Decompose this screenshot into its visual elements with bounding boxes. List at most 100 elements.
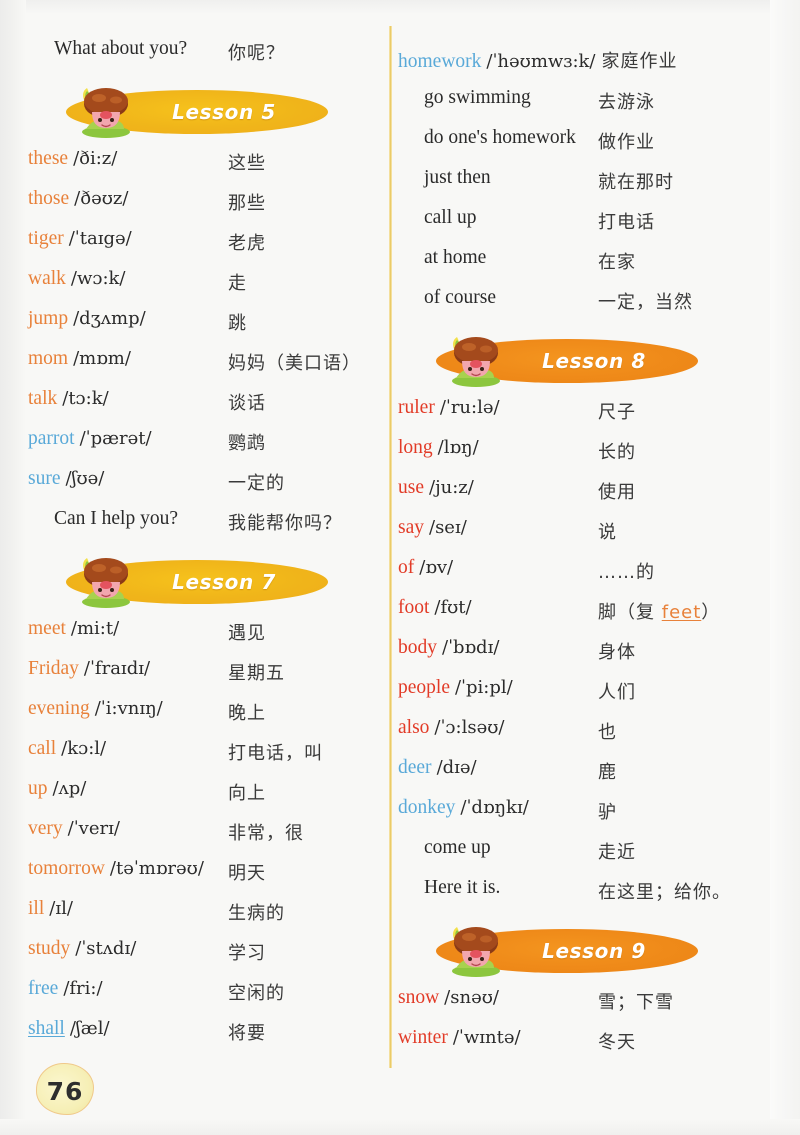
vocabulary-row: free/fri:/ 空闲的 — [28, 978, 378, 1018]
chinese-translation: 非常，很 — [228, 823, 304, 844]
left-column: What about you? 你呢？ Lesson 5 these/ði:z/这些 t… — [28, 0, 378, 1058]
phonetic-transcription: /ˈpærət/ — [79, 428, 152, 449]
chinese-translation: 打电话 — [598, 212, 655, 233]
phonetic-transcription: /ɪl/ — [49, 898, 73, 919]
vocabulary-row: shall/ʃæl/将要 — [28, 1018, 378, 1058]
headword: use — [398, 477, 424, 498]
entry-english: deer/dɪə/ — [398, 757, 477, 779]
headword: call — [28, 738, 57, 759]
phonetic-transcription: /ˈverɪ/ — [67, 818, 120, 839]
phrase-row: call up 打电话 — [398, 207, 770, 247]
headword: body — [398, 637, 437, 658]
headword: ill — [28, 898, 45, 919]
entry-english: meet/mi:t/ — [28, 618, 119, 640]
headword: homework — [398, 51, 482, 72]
headword: evening — [28, 698, 90, 719]
entry-english: very/ˈverɪ/ — [28, 818, 120, 840]
vocabulary-row: these/ði:z/这些 — [28, 148, 378, 188]
vocabulary-row: say/seɪ/说 — [398, 517, 770, 557]
chinese-translation: 就在那时 — [598, 172, 674, 193]
entry-english: go swimming — [398, 87, 531, 109]
entry-english: ruler/ˈru:lə/ — [398, 397, 500, 419]
phonetic-transcription: /fʊt/ — [434, 597, 472, 618]
headword: deer — [398, 757, 432, 778]
column-divider — [389, 26, 392, 1068]
vocabulary-row: people/ˈpi:pl/人们 — [398, 677, 770, 717]
entry-english: at home — [398, 247, 486, 269]
headword: donkey — [398, 797, 456, 818]
entry-english: evening/ˈi:vnɪŋ/ — [28, 698, 163, 720]
chinese-translation: 冬天 — [598, 1032, 636, 1053]
headword: free — [28, 978, 59, 999]
phrase-text: Can I help you? — [54, 508, 179, 529]
phrase-row: Here it is. 在这里；给你。 — [398, 877, 770, 917]
entry-english: parrot/ˈpærət/ — [28, 428, 152, 450]
chinese-translation: 跳 — [228, 313, 247, 334]
page-number-text: 76 — [46, 1076, 84, 1106]
phrase-row: go swimming 去游泳 — [398, 87, 770, 127]
chinese-translation: 生病的 — [228, 903, 285, 924]
lesson-banner: Lesson 7 — [28, 556, 378, 608]
chinese-translation: 鹦鹉 — [228, 433, 266, 454]
chinese-translation: 走 — [228, 273, 247, 294]
entry-english: ill/ɪl/ — [28, 898, 73, 920]
headword: study — [28, 938, 71, 959]
entry-english: free/fri:/ — [28, 978, 103, 1000]
phonetic-transcription: /ˈwɪntə/ — [452, 1027, 521, 1048]
vocabulary-row: long/lɒŋ/长的 — [398, 437, 770, 477]
vocabulary-row: call/kɔ:l/打电话，叫 — [28, 738, 378, 778]
headword: people — [398, 677, 450, 698]
entry-english: Friday/ˈfraɪdɪ/ — [28, 658, 150, 680]
phrase-row: of course 一定，当然 — [398, 287, 770, 327]
phrase-row: Can I help you? 我能帮你吗？ — [28, 508, 378, 548]
phrase-text: just then — [424, 167, 491, 188]
phonetic-transcription: /ʃæl/ — [69, 1018, 110, 1039]
phonetic-transcription: /təˈmɒrəʊ/ — [109, 858, 204, 879]
entry-english: use/ju:z/ — [398, 477, 474, 499]
chinese-translation: 晚上 — [228, 703, 266, 724]
textbook-page: What about you? 你呢？ Lesson 5 these/ði:z/这些 t… — [0, 0, 800, 1135]
vocabulary-row: Friday/ˈfraɪdɪ/星期五 — [28, 658, 378, 698]
entry-english: those/ðəʊz/ — [28, 188, 128, 210]
phonetic-transcription: /lɒŋ/ — [437, 437, 479, 458]
vocabulary-row: use/ju:z/使用 — [398, 477, 770, 517]
entry-english: call up — [398, 207, 477, 229]
phonetic-transcription: /ˈdɒŋkɪ/ — [460, 797, 529, 818]
headword: of — [398, 557, 415, 578]
lesson-banner-label: Lesson 9 — [542, 939, 646, 963]
chinese-translation: 使用 — [598, 482, 636, 503]
phonetic-transcription: /mi:t/ — [70, 618, 120, 639]
vocabulary-row: also/ˈɔ:lsəʊ/也 — [398, 717, 770, 757]
chinese-translation: 说 — [598, 522, 617, 543]
headword: shall — [28, 1018, 65, 1039]
page-number-badge: 76 — [36, 1063, 94, 1115]
entry-english: of course — [398, 287, 496, 309]
entry-english: donkey/ˈdɒŋkɪ/ — [398, 797, 529, 819]
vocabulary-row: ruler/ˈru:lə/尺子 — [398, 397, 770, 437]
chinese-translation: 长的 — [598, 442, 636, 463]
chinese-translation: 将要 — [228, 1023, 266, 1044]
entry-english: up/ʌp/ — [28, 778, 86, 800]
phonetic-transcription: /ʃʊə/ — [65, 468, 105, 489]
lesson-banner-label: Lesson 5 — [172, 100, 276, 124]
vocabulary-row: ill/ɪl/生病的 — [28, 898, 378, 938]
headword: mom — [28, 348, 69, 369]
phonetic-transcription: /mɒm/ — [73, 348, 131, 369]
entry-english: say/seɪ/ — [398, 517, 467, 539]
chinese-translation: 一定，当然 — [598, 292, 693, 313]
chinese-translation: 驴 — [598, 802, 617, 823]
headword: up — [28, 778, 48, 799]
phrase-text: What about you? — [54, 38, 188, 59]
chinese-translation: 脚（复 feet） — [598, 602, 721, 623]
lesson-banner: Lesson 5 — [28, 86, 378, 138]
headword: talk — [28, 388, 58, 409]
entry-english: study/ˈstʌdɪ/ — [28, 938, 136, 960]
entry-english: Can I help you? — [28, 508, 178, 530]
entry-english: also/ˈɔ:lsəʊ/ — [398, 717, 504, 739]
entry-english: long/lɒŋ/ — [398, 437, 479, 459]
headword: very — [28, 818, 63, 839]
page-edge-bottom — [0, 1119, 800, 1135]
vocabulary-row: of/ɒv/ ……的 — [398, 557, 770, 597]
plural-form-note: feet — [661, 602, 702, 623]
headword: long — [398, 437, 433, 458]
